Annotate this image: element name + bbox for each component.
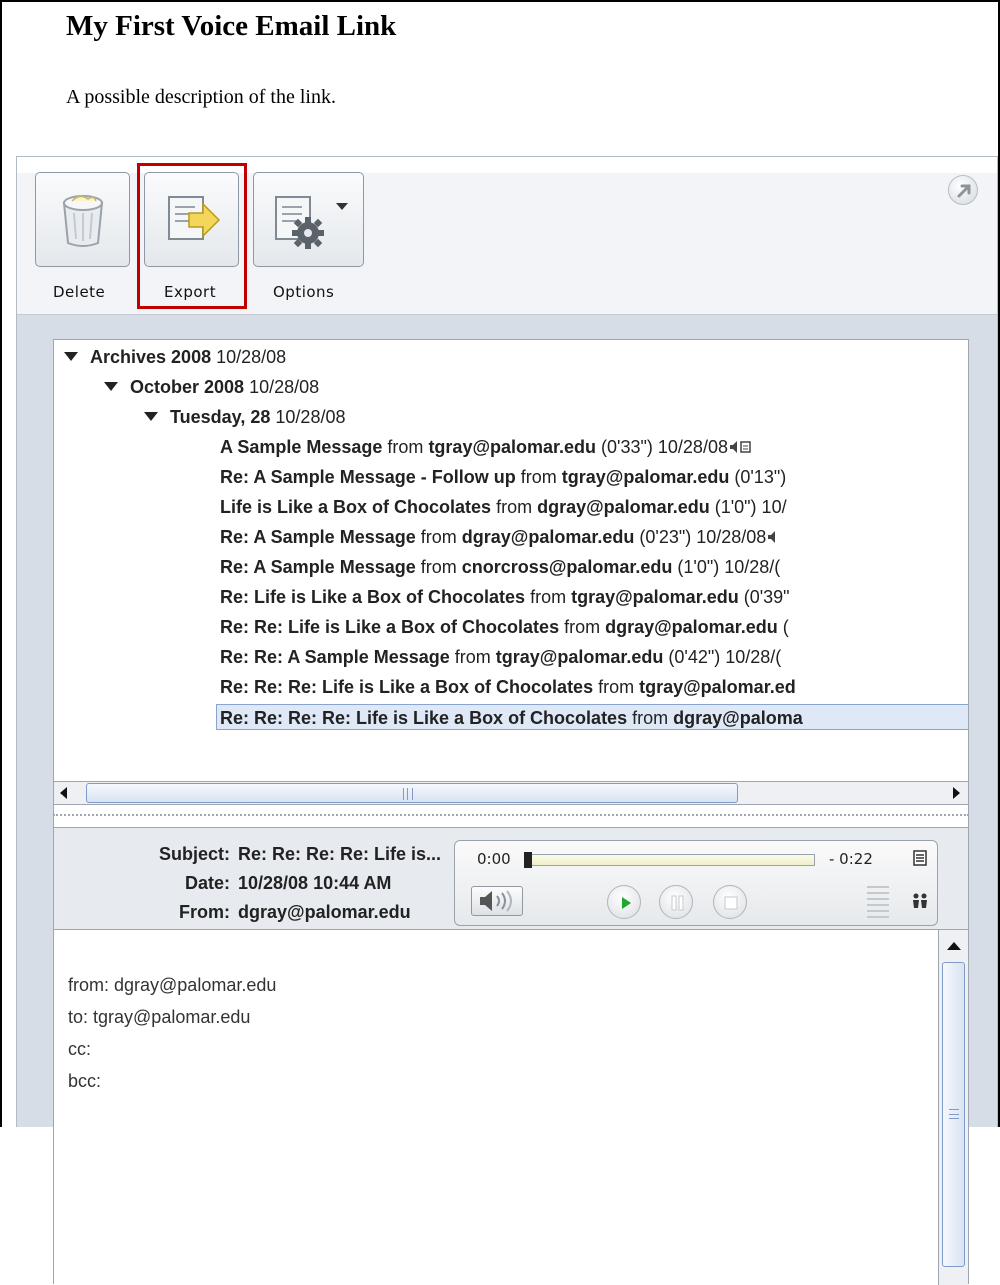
- speaker-volume-icon: [480, 890, 512, 912]
- message-item[interactable]: Re: A Sample Message from cnorcross@palo…: [220, 554, 780, 580]
- gear-icon: [275, 196, 348, 249]
- from-value: dgray@palomar.edu: [238, 902, 411, 922]
- trash-can-icon: [62, 195, 104, 247]
- message-tree: Archives 2008 10/28/08 October 2008 10/2…: [53, 339, 969, 829]
- body-line: bcc:: [68, 1071, 102, 1091]
- voice-email-app: Delete Export Options Archives 2008 10/2…: [16, 156, 998, 1285]
- message-item[interactable]: A Sample Message from tgray@palomar.edu …: [220, 434, 754, 460]
- expand-triangle-icon[interactable]: [144, 412, 158, 421]
- vertical-scrollbar[interactable]: [938, 930, 968, 1285]
- export-highlight-box: [137, 163, 247, 309]
- from-label: From:: [179, 902, 230, 922]
- message-item[interactable]: Re: A Sample Message - Follow up from tg…: [220, 464, 786, 490]
- external-link-icon[interactable]: [948, 175, 978, 205]
- options-label: Options: [273, 283, 335, 301]
- expand-triangle-icon[interactable]: [104, 382, 118, 391]
- message-item[interactable]: Life is Like a Box of Chocolates from dg…: [220, 494, 787, 520]
- horizontal-scroll-thumb[interactable]: [86, 783, 738, 803]
- menu-icon[interactable]: [911, 849, 929, 867]
- chevron-down-icon: [336, 203, 348, 210]
- subject-label: Subject:: [158, 844, 230, 864]
- date-label: Date:: [184, 873, 230, 893]
- message-item[interactable]: Re: Re: Re: Life is Like a Box of Chocol…: [220, 674, 796, 700]
- volume-button[interactable]: [471, 886, 523, 916]
- message-item-selected[interactable]: Re: Re: Re: Re: Life is Like a Box of Ch…: [216, 704, 968, 730]
- message-item[interactable]: Re: Re: A Sample Message from tgray@palo…: [220, 644, 781, 670]
- delete-button[interactable]: [35, 172, 130, 267]
- play-button[interactable]: [607, 885, 641, 919]
- pause-icon: [671, 895, 684, 911]
- progress-knob[interactable]: [524, 852, 532, 868]
- page-description: A possible description of the link.: [66, 86, 336, 108]
- grip-icon: [949, 1109, 959, 1119]
- body-line: from: dgray@palomar.edu: [68, 975, 277, 995]
- scroll-right-icon[interactable]: [953, 787, 960, 799]
- body-line: cc:: [68, 1039, 92, 1059]
- scroll-left-icon[interactable]: [60, 787, 67, 799]
- current-time: 0:00: [477, 850, 511, 868]
- grip-icon: [403, 788, 413, 800]
- delete-label: Delete: [53, 283, 106, 301]
- message-body: from: dgray@palomar.edu to: tgray@paloma…: [53, 929, 969, 1285]
- split-pane-divider[interactable]: [53, 814, 969, 818]
- play-icon: [622, 897, 631, 909]
- toolbar: Delete Export Options: [17, 157, 997, 315]
- subject-value: Re: Re: Re: Re: Life is...: [238, 844, 442, 864]
- horizontal-scrollbar[interactable]: [53, 781, 969, 805]
- stop-button[interactable]: [713, 885, 747, 919]
- tree-node-year[interactable]: Archives 2008 10/28/08: [64, 344, 286, 370]
- level-meter-icon: [867, 886, 889, 918]
- audio-player: 0:00 - 0:22: [454, 840, 938, 926]
- stop-icon: [724, 896, 738, 910]
- message-detail-header: Subject: Re: Re: Re: Re: Life is... Date…: [53, 827, 969, 929]
- speaker-note-icon: [729, 441, 751, 453]
- scroll-up-icon[interactable]: [947, 942, 961, 950]
- date-value: 10/28/08 10:44 AM: [238, 873, 392, 893]
- message-item[interactable]: Re: Life is Like a Box of Chocolates fro…: [220, 584, 790, 610]
- options-button[interactable]: [253, 172, 364, 267]
- pause-button[interactable]: [659, 885, 693, 919]
- progress-track[interactable]: [524, 852, 815, 868]
- tree-node-month[interactable]: October 2008 10/28/08: [104, 374, 319, 400]
- tree-node-day[interactable]: Tuesday, 28 10/28/08: [144, 404, 345, 430]
- remaining-time: - 0:22: [829, 850, 873, 868]
- people-icon[interactable]: [911, 891, 929, 909]
- vertical-scroll-thumb[interactable]: [942, 962, 965, 1267]
- speaker-icon: [768, 531, 776, 543]
- page-title: My First Voice Email Link: [66, 10, 397, 42]
- expand-triangle-icon[interactable]: [64, 352, 78, 361]
- body-line: to: tgray@palomar.edu: [68, 1007, 251, 1027]
- message-item[interactable]: Re: Re: Life is Like a Box of Chocolates…: [220, 614, 789, 640]
- message-item[interactable]: Re: A Sample Message from dgray@palomar.…: [220, 524, 780, 550]
